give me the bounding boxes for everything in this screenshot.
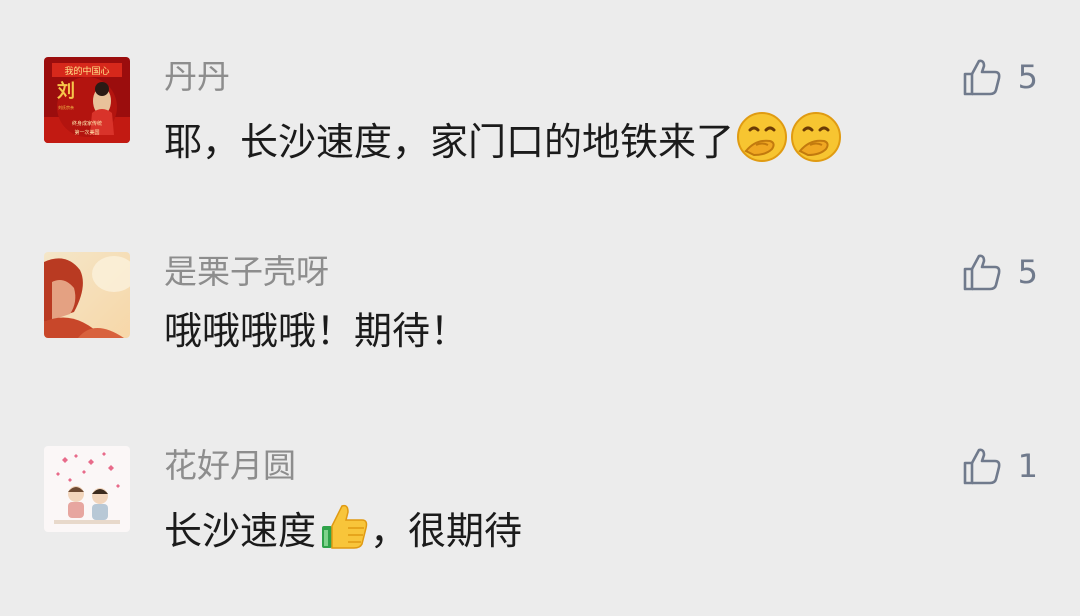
commenter-name[interactable]: 是栗子壳呀: [164, 252, 329, 292]
comment-item: 我的中国心 刘 刘氏宗亲 终身成家传统 第一次美国 丹丹 耶，长沙速度，家门口的…: [0, 57, 1080, 197]
comment-text: 哦哦哦哦！期待！: [164, 309, 469, 353]
avatar-image: [44, 252, 130, 338]
thumbs-up-emoji-icon: [318, 500, 370, 564]
comment-item: 花好月圆 长沙速度 ，很期待 1: [0, 446, 1080, 586]
avatar-image: [44, 446, 130, 532]
thumbs-up-icon: [963, 59, 1001, 96]
thumbs-up-icon: [963, 254, 1001, 291]
comment-list: 我的中国心 刘 刘氏宗亲 终身成家传统 第一次美国 丹丹 耶，长沙速度，家门口的…: [0, 0, 1080, 616]
like-count: 5: [1017, 58, 1038, 96]
avatar[interactable]: 我的中国心 刘 刘氏宗亲 终身成家传统 第一次美国: [44, 57, 130, 143]
avatar-banner-text: 我的中国心: [64, 65, 109, 77]
comment-text-body: 耶，长沙速度，家门口的地铁来了: [164, 120, 735, 164]
like-count: 5: [1017, 253, 1038, 291]
thumbs-up-icon: [963, 448, 1001, 485]
comment-text-after: ，很期待: [370, 509, 523, 553]
comment-item: 是栗子壳呀 哦哦哦哦！期待！ 5: [0, 252, 1080, 392]
comment-text: 长沙速度 ，很期待: [164, 500, 523, 553]
avatar[interactable]: [44, 446, 130, 532]
avatar-image: 我的中国心 刘 刘氏宗亲 终身成家传统 第一次美国: [44, 57, 130, 143]
like-count: 1: [1017, 447, 1038, 485]
like-button[interactable]: 1: [962, 446, 1038, 486]
like-button[interactable]: 5: [962, 57, 1038, 97]
avatar[interactable]: [44, 252, 130, 338]
comment-text-before: 长沙速度: [164, 509, 317, 553]
avatar-line2-text: 第一次美国: [74, 129, 99, 136]
like-button[interactable]: 5: [962, 252, 1038, 292]
comment-text: 耶，长沙速度，家门口的地铁来了: [164, 111, 842, 164]
shushing-face-emoji-icon: [736, 111, 788, 175]
avatar-seal-text: 刘: [57, 80, 75, 102]
avatar-line1-text: 终身成家传统: [72, 120, 102, 127]
shushing-face-emoji-icon: [790, 111, 842, 175]
avatar-small-text: 刘氏宗亲: [58, 104, 74, 110]
commenter-name[interactable]: 丹丹: [164, 57, 230, 97]
commenter-name[interactable]: 花好月圆: [164, 446, 296, 486]
